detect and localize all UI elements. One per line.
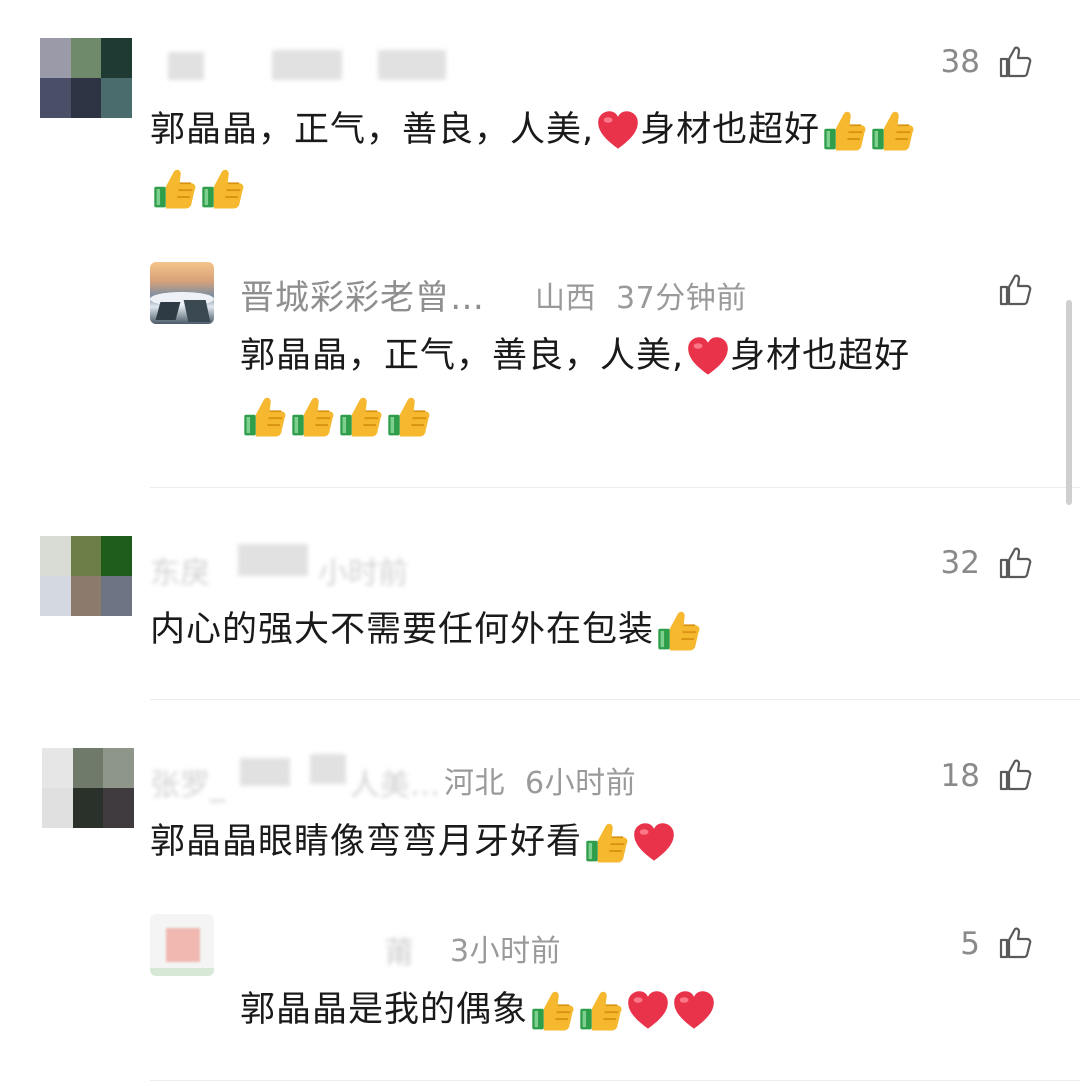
thumbs-up-icon [290, 394, 336, 440]
heart-icon [686, 335, 730, 379]
thumbs-up-icon [242, 394, 288, 440]
avatar[interactable] [42, 748, 134, 828]
thumbs-up-icon [584, 820, 630, 866]
thumbs-up-icon [530, 988, 576, 1034]
divider [150, 1080, 1080, 1081]
reply-meta: 山西 37分钟前 [535, 273, 747, 317]
heart-icon [632, 821, 676, 865]
thumbs-up-icon [656, 608, 702, 654]
thumbs-up-icon [152, 166, 198, 212]
comment-text: 郭晶晶，正气，善良，人美, 身材也超好 [150, 100, 916, 160]
thumbs-up-icon [200, 166, 246, 212]
thumbs-up-icon [822, 108, 868, 154]
reply-text-emoji-line [240, 386, 432, 446]
like-icon[interactable] [997, 757, 1033, 793]
reply-text: 郭晶晶，正气，善良，人美, 身材也超好 [240, 326, 910, 386]
thumbs-up-icon [338, 394, 384, 440]
like-icon[interactable] [997, 272, 1033, 308]
scrollbar[interactable] [1066, 300, 1072, 505]
location: 河北 [444, 766, 505, 801]
heart-icon [626, 989, 670, 1033]
reply-username[interactable]: 晋城彩彩老曾… [240, 270, 485, 319]
avatar[interactable] [40, 536, 132, 616]
like-count: 32 [940, 545, 980, 581]
comment-text: 内心的强大不需要任何外在包装 [150, 600, 702, 660]
timestamp: 3小时前 [450, 934, 562, 969]
reply-avatar[interactable] [150, 914, 214, 976]
like-count: 18 [940, 758, 980, 794]
like-icon[interactable] [997, 545, 1033, 581]
like-count: 5 [960, 926, 980, 962]
comment-meta: 河北 6小时前 [444, 758, 636, 802]
divider [150, 699, 1080, 700]
avatar[interactable] [40, 38, 132, 118]
reply-text: 郭晶晶是我的偶象 [240, 980, 716, 1040]
divider [150, 487, 1080, 488]
like-icon[interactable] [997, 925, 1033, 961]
comment-text-emoji-line [150, 158, 246, 218]
timestamp: 6小时前 [525, 766, 637, 801]
thumbs-up-icon [386, 394, 432, 440]
reply-avatar[interactable] [150, 262, 214, 324]
comment-text: 郭晶晶眼睛像弯弯月牙好看 [150, 812, 676, 872]
heart-icon [672, 989, 716, 1033]
heart-icon [596, 109, 640, 153]
thumbs-up-icon [578, 988, 624, 1034]
location: 山西 [535, 281, 596, 316]
thumbs-up-icon [870, 108, 916, 154]
timestamp: 37分钟前 [616, 281, 747, 316]
like-icon[interactable] [997, 44, 1033, 80]
like-count: 38 [940, 44, 980, 80]
